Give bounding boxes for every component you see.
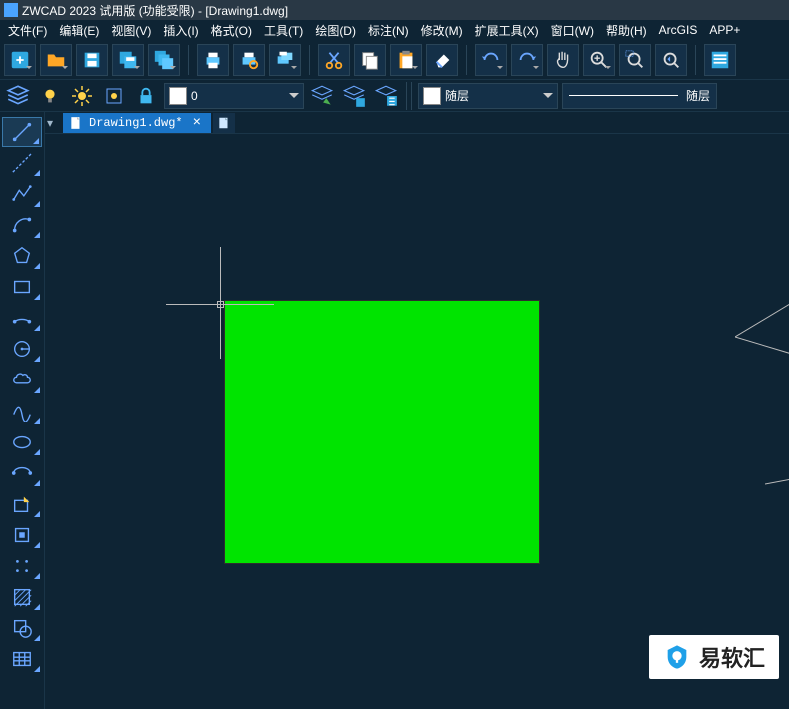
separator <box>309 45 310 75</box>
saveas-button[interactable] <box>112 44 144 76</box>
circle-tool[interactable] <box>2 334 42 364</box>
separator <box>695 45 696 75</box>
dropdown-arrow-icon <box>543 93 553 103</box>
main-area: ▾ Drawing1.dwg* × <box>0 112 789 709</box>
ellipse-arc-tool[interactable] <box>2 458 42 488</box>
layer-name-combo[interactable]: 0 <box>164 83 304 109</box>
zoom-realtime-button[interactable] <box>583 44 615 76</box>
tab-filename: Drawing1.dwg* <box>89 116 183 130</box>
menu-modify[interactable]: 修改(M) <box>415 20 469 41</box>
drawing-canvas[interactable] <box>45 134 789 709</box>
construction-line-tool[interactable] <box>2 148 42 178</box>
region-tool[interactable] <box>2 613 42 643</box>
make-block-tool[interactable] <box>2 520 42 550</box>
draw-toolbar <box>0 112 45 709</box>
linetype-value: 随层 <box>686 87 710 104</box>
watermark: 易软汇 <box>649 635 779 679</box>
ellipse-tool[interactable] <box>2 427 42 457</box>
arc-tool[interactable] <box>2 210 42 240</box>
elliptical-arc-tool[interactable] <box>2 303 42 333</box>
menu-help[interactable]: 帮助(H) <box>600 20 653 41</box>
drawn-line-1 <box>735 277 789 357</box>
layer-previous-button[interactable] <box>308 82 336 110</box>
watermark-text: 易软汇 <box>699 641 765 673</box>
crosshair-pickbox <box>217 301 224 308</box>
file-icon <box>69 116 83 130</box>
color-swatch <box>423 87 441 105</box>
layer-freeze-icon[interactable] <box>68 82 96 110</box>
table-tool[interactable] <box>2 644 42 674</box>
layer-lock-icon[interactable] <box>132 82 160 110</box>
separator <box>406 82 412 110</box>
layer-on-icon[interactable] <box>36 82 64 110</box>
redo-button[interactable] <box>511 44 543 76</box>
layer-manager-button[interactable] <box>4 82 32 110</box>
zoom-previous-button[interactable] <box>655 44 687 76</box>
line-tool[interactable] <box>2 117 42 147</box>
spline-tool[interactable] <box>2 396 42 426</box>
menu-format[interactable]: 格式(O) <box>205 20 258 41</box>
menu-appplus[interactable]: APP+ <box>703 21 746 39</box>
layer-iso-button[interactable] <box>372 82 400 110</box>
drawn-line-2 <box>765 469 789 499</box>
publish-button[interactable] <box>269 44 301 76</box>
drawn-rectangle <box>224 300 540 564</box>
cut-button[interactable] <box>318 44 350 76</box>
menu-insert[interactable]: 插入(I) <box>157 20 204 41</box>
saveall-button[interactable] <box>148 44 180 76</box>
layer-name-value: 0 <box>191 89 198 103</box>
tab-close-button[interactable]: × <box>189 115 205 131</box>
layer-color-swatch <box>169 87 187 105</box>
menu-window[interactable]: 窗口(W) <box>545 20 600 41</box>
layer-properties-bar: 0 随层 随层 <box>0 80 789 112</box>
menu-file[interactable]: 文件(F) <box>2 20 53 41</box>
linetype-combo[interactable]: 随层 <box>562 83 717 109</box>
color-combo[interactable]: 随层 <box>418 83 558 109</box>
menu-view[interactable]: 视图(V) <box>105 20 157 41</box>
layer-states-button[interactable] <box>340 82 368 110</box>
open-button[interactable] <box>40 44 72 76</box>
new-button[interactable] <box>4 44 36 76</box>
erase-button[interactable] <box>426 44 458 76</box>
hatch-tool[interactable] <box>2 582 42 612</box>
polyline-tool[interactable] <box>2 179 42 209</box>
titlebar: ZWCAD 2023 试用版 (功能受限) - [Drawing1.dwg] <box>0 0 789 20</box>
menu-draw[interactable]: 绘图(D) <box>309 20 362 41</box>
menu-ext[interactable]: 扩展工具(X) <box>469 20 545 41</box>
dropdown-arrow-icon <box>289 93 299 103</box>
menu-annotate[interactable]: 标注(N) <box>362 20 415 41</box>
menu-arcgis[interactable]: ArcGIS <box>653 21 704 39</box>
properties-button[interactable] <box>704 44 736 76</box>
app-icon <box>4 3 18 17</box>
paste-button[interactable] <box>390 44 422 76</box>
revision-cloud-tool[interactable] <box>2 365 42 395</box>
color-value: 随层 <box>445 87 469 104</box>
point-tool[interactable] <box>2 551 42 581</box>
pan-button[interactable] <box>547 44 579 76</box>
document-tabbar: ▾ Drawing1.dwg* × <box>45 112 789 134</box>
zoom-window-button[interactable] <box>619 44 651 76</box>
main-toolbar <box>0 40 789 80</box>
pin-icon[interactable]: ▾ <box>47 116 61 130</box>
new-tab-button[interactable] <box>213 113 235 133</box>
watermark-logo-icon <box>663 643 691 671</box>
undo-button[interactable] <box>475 44 507 76</box>
rectangle-tool[interactable] <box>2 272 42 302</box>
polygon-tool[interactable] <box>2 241 42 271</box>
separator <box>466 45 467 75</box>
workarea: ▾ Drawing1.dwg* × <box>45 112 789 709</box>
linetype-preview <box>569 95 678 96</box>
print-button[interactable] <box>197 44 229 76</box>
document-tab[interactable]: Drawing1.dwg* × <box>63 113 211 133</box>
copy-button[interactable] <box>354 44 386 76</box>
save-button[interactable] <box>76 44 108 76</box>
title-text: ZWCAD 2023 试用版 (功能受限) - [Drawing1.dwg] <box>22 2 288 19</box>
menubar: 文件(F) 编辑(E) 视图(V) 插入(I) 格式(O) 工具(T) 绘图(D… <box>0 20 789 40</box>
print-preview-button[interactable] <box>233 44 265 76</box>
insert-block-tool[interactable] <box>2 489 42 519</box>
menu-tools[interactable]: 工具(T) <box>258 20 309 41</box>
menu-edit[interactable]: 编辑(E) <box>53 20 105 41</box>
layer-vpfreeze-icon[interactable] <box>100 82 128 110</box>
separator <box>188 45 189 75</box>
